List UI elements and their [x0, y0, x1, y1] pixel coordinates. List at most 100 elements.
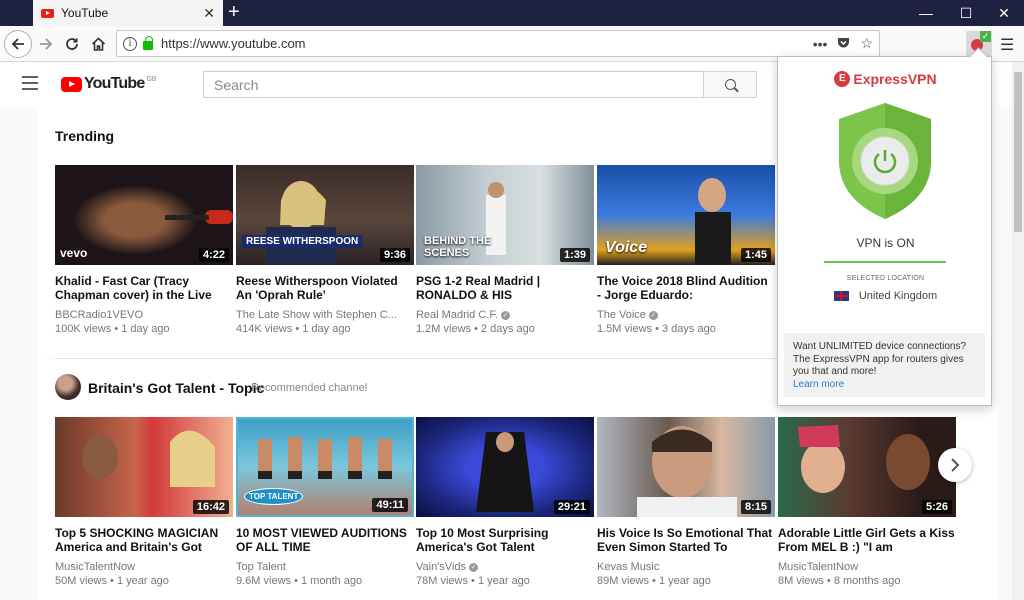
channel-name[interactable]: The Late Show with Stephen C... [236, 309, 398, 321]
duration-badge: 49:11 [372, 498, 408, 512]
video-card[interactable]: TOP TALENT 49:11 10 MOST VIEWED AUDITION… [236, 417, 414, 587]
verified-icon: ✓ [648, 310, 658, 320]
video-card[interactable]: vevo 4:22 Khalid - Fast Car (Tracy Chapm… [55, 165, 233, 335]
learn-more-link[interactable]: Learn more [793, 379, 976, 392]
scrollbar-thumb[interactable] [1014, 72, 1022, 232]
video-title[interactable]: Top 10 Most Surprising America's Got Tal… [416, 526, 594, 554]
location-name: United Kingdom [858, 290, 938, 302]
location-selector[interactable]: United Kingdom [778, 290, 993, 302]
tab-title: YouTube [61, 6, 109, 20]
maximize-button[interactable]: ☐ [946, 0, 986, 26]
site-info-icon[interactable]: i [123, 36, 137, 51]
channel-title[interactable]: Britain's Got Talent - Topic [88, 380, 264, 396]
duration-badge: 9:36 [379, 248, 410, 262]
thumbnail-caption: BEHIND THE SCENES [424, 235, 492, 259]
channel-name[interactable]: BBCRadio1VEVO [55, 309, 217, 321]
url-text[interactable]: https://www.youtube.com [161, 36, 803, 51]
lock-icon [143, 36, 153, 50]
video-title[interactable]: Top 5 SHOCKING MAGICIAN America and Brit… [55, 526, 233, 554]
video-title[interactable]: PSG 1-2 Real Madrid | RONALDO & HIS [416, 274, 594, 302]
thumbnail-caption: TOP TALENT [244, 488, 304, 505]
video-card[interactable]: REESE WITHERSPOON 9:36 Reese Witherspoon… [236, 165, 414, 335]
page-actions-icon[interactable]: ••• [813, 36, 828, 52]
reload-button[interactable] [60, 32, 84, 56]
youtube-logo[interactable]: YouTube GB [61, 75, 157, 93]
promo-text: Want UNLIMITED device connections? The E… [793, 341, 967, 377]
channel-name[interactable]: Kevas Music [597, 561, 759, 573]
video-title[interactable]: Khalid - Fast Car (Tracy Chapman cover) … [55, 274, 233, 302]
video-thumbnail[interactable]: 29:21 [416, 417, 594, 517]
avatar[interactable] [55, 374, 81, 400]
video-card[interactable]: 5:26 Adorable Little Girl Gets a Kiss Fr… [778, 417, 956, 587]
video-meta: 89M views • 1 year ago [597, 575, 711, 587]
back-arrow-icon [11, 38, 24, 50]
duration-badge: 5:26 [921, 500, 952, 514]
video-card[interactable]: 8:15 His Voice Is So Emotional That Even… [597, 417, 775, 587]
video-meta: 414K views • 1 day ago [236, 323, 351, 335]
back-button[interactable] [4, 30, 32, 58]
video-meta: 100K views • 1 day ago [55, 323, 170, 335]
video-meta: 9.6M views • 1 month ago [236, 575, 363, 587]
new-tab-button[interactable]: + [228, 1, 240, 23]
video-meta: 1.2M views • 2 days ago [416, 323, 535, 335]
video-card[interactable]: 29:21 Top 10 Most Surprising America's G… [416, 417, 594, 587]
video-thumbnail[interactable]: BEHIND THE SCENES 1:39 [416, 165, 594, 265]
browser-menu-icon[interactable]: ☰ [1000, 35, 1014, 55]
guide-menu-icon[interactable] [22, 76, 38, 90]
verified-icon: ✓ [500, 310, 510, 320]
duration-badge: 1:39 [559, 248, 590, 262]
video-title[interactable]: Reese Witherspoon Violated An 'Oprah Rul… [236, 274, 414, 302]
shield-icon [839, 103, 931, 219]
tab-youtube[interactable]: YouTube ✕ [33, 0, 223, 26]
bookmark-star-icon[interactable]: ☆ [860, 35, 873, 52]
youtube-play-icon [61, 76, 82, 92]
duration-badge: 1:45 [740, 248, 771, 262]
promo-box: Want UNLIMITED device connections? The E… [784, 333, 985, 397]
channel-name[interactable]: The Voice ✓ [597, 309, 759, 321]
channel-name[interactable]: MusicTalentNow [55, 561, 217, 573]
video-card[interactable]: BEHIND THE SCENES 1:39 PSG 1-2 Real Madr… [416, 165, 594, 335]
forward-button[interactable] [34, 32, 58, 56]
forward-arrow-icon [40, 38, 53, 50]
video-title[interactable]: Adorable Little Girl Gets a Kiss From ME… [778, 526, 956, 554]
address-bar[interactable]: i https://www.youtube.com ••• ☆ [116, 30, 880, 57]
home-button[interactable] [86, 32, 110, 56]
video-thumbnail[interactable]: Voice 1:45 [597, 165, 775, 265]
pocket-icon[interactable] [837, 36, 850, 52]
video-meta: 1.5M views • 3 days ago [597, 323, 716, 335]
search-button[interactable] [703, 71, 757, 98]
video-title[interactable]: The Voice 2018 Blind Audition - Jorge Ed… [597, 274, 775, 302]
duration-badge: 8:15 [740, 500, 771, 514]
search-input[interactable]: Search [203, 71, 704, 98]
video-thumbnail[interactable]: TOP TALENT 49:11 [236, 417, 414, 517]
shelf-next-button[interactable] [938, 448, 972, 482]
youtube-favicon-icon [41, 8, 54, 18]
channel-name[interactable]: Top Talent [236, 561, 398, 573]
home-icon [91, 37, 105, 51]
thumbnail-caption: REESE WITHERSPOON [242, 235, 363, 248]
search-icon [724, 79, 736, 90]
video-meta: 50M views • 1 year ago [55, 575, 169, 587]
chevron-right-icon [951, 458, 960, 472]
video-thumbnail[interactable]: vevo 4:22 [55, 165, 233, 265]
video-thumbnail[interactable]: 8:15 [597, 417, 775, 517]
video-card[interactable]: 16:42 Top 5 SHOCKING MAGICIAN America an… [55, 417, 233, 587]
vevo-badge: vevo [60, 246, 88, 260]
shelf-title[interactable]: Trending [55, 128, 114, 144]
video-title[interactable]: His Voice Is So Emotional That Even Simo… [597, 526, 775, 554]
video-title[interactable]: 10 MOST VIEWED AUDITIONS OF ALL TIME [236, 526, 414, 554]
expressvpn-logo: E ExpressVPN [778, 71, 993, 87]
video-thumbnail[interactable]: REESE WITHERSPOON 9:36 [236, 165, 414, 265]
video-thumbnail[interactable]: 5:26 [778, 417, 956, 517]
channel-name[interactable]: Real Madrid C.F. ✓ [416, 309, 578, 321]
tab-close-icon[interactable]: ✕ [203, 5, 215, 22]
channel-name[interactable]: Vain'sVids ✓ [416, 561, 578, 573]
minimize-button[interactable]: — [906, 0, 946, 26]
tab-strip: YouTube ✕ + — ☐ ✕ [0, 0, 1024, 26]
video-thumbnail[interactable]: 16:42 [55, 417, 233, 517]
vpn-status: VPN is ON [856, 236, 915, 250]
video-card[interactable]: Voice 1:45 The Voice 2018 Blind Audition… [597, 165, 775, 335]
channel-name[interactable]: MusicTalentNow [778, 561, 940, 573]
duration-badge: 4:22 [198, 248, 229, 262]
window-close-button[interactable]: ✕ [984, 0, 1024, 26]
